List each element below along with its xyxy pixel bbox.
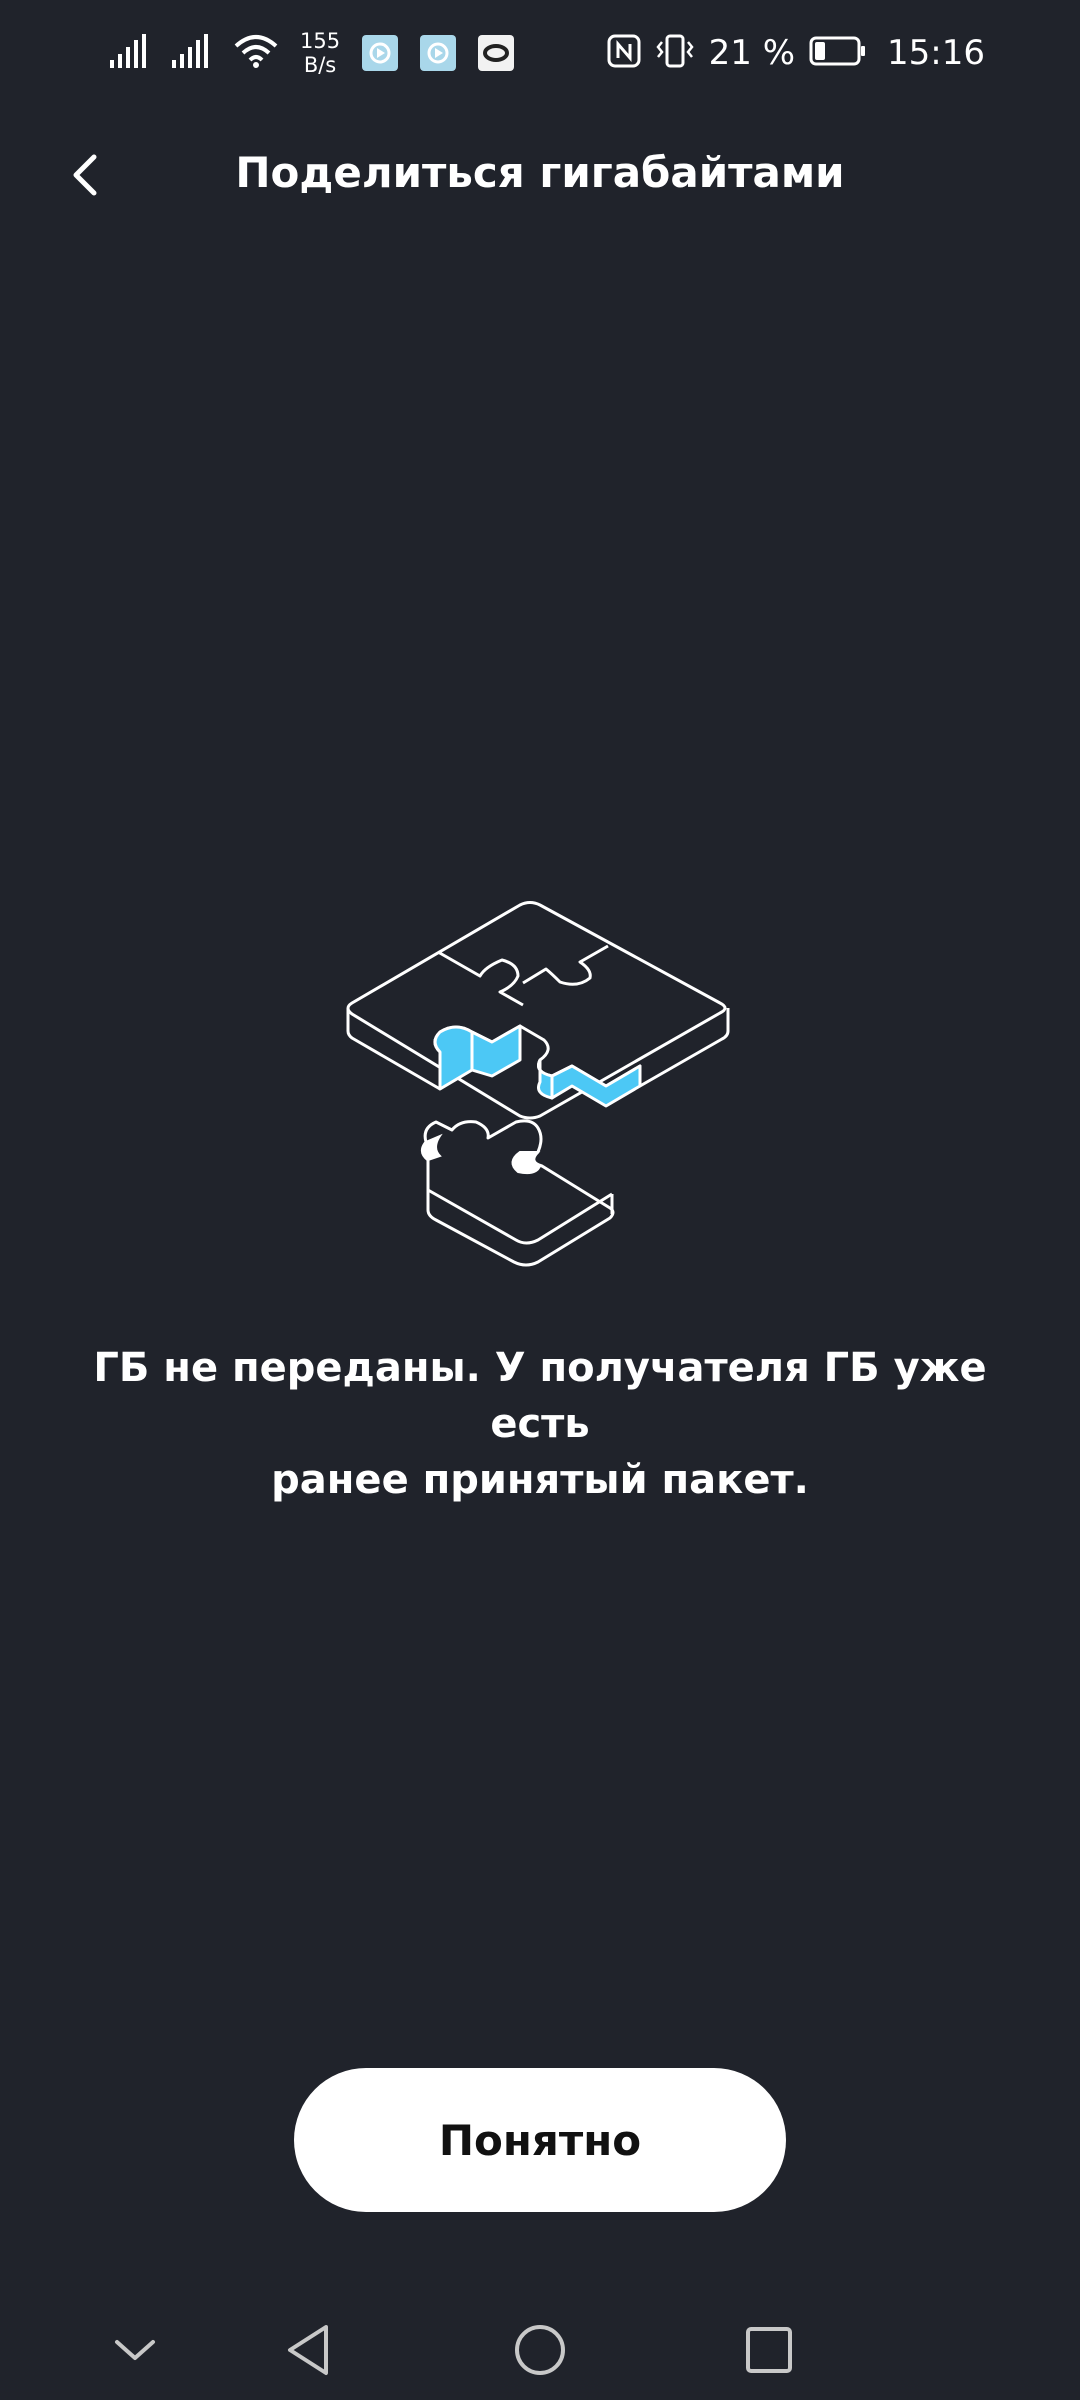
page-title: Поделиться гигабайтами: [235, 148, 845, 197]
back-triangle-icon[interactable]: [278, 2320, 338, 2380]
app-icon: [420, 35, 457, 71]
screen: 155 B/s 21 % 15:16 Поделиться гигабайтам…: [0, 0, 1080, 2400]
app-icon: [478, 35, 515, 71]
wifi-icon: [234, 34, 278, 72]
signal-icon: [172, 34, 212, 72]
nfc-icon: [607, 34, 641, 72]
status-left: 155 B/s: [110, 28, 515, 78]
chevron-down-icon[interactable]: [105, 2320, 165, 2380]
vibrate-icon: [655, 34, 695, 72]
recents-square-icon[interactable]: [739, 2320, 799, 2380]
net-speed-unit: B/s: [303, 53, 337, 77]
battery-icon: [809, 36, 867, 70]
message-line-2: ранее принятый пакет.: [271, 1457, 809, 1503]
status-right: 21 % 15:16: [607, 28, 985, 78]
ok-button[interactable]: Понятно: [294, 2068, 786, 2212]
net-speed: 155 B/s: [300, 29, 340, 77]
puzzle-illustration: [340, 890, 740, 1270]
clock: 15:16: [887, 33, 985, 73]
status-bar: 155 B/s 21 % 15:16: [0, 0, 1080, 105]
home-circle-icon[interactable]: [510, 2320, 570, 2380]
signal-icon: [110, 34, 150, 72]
app-icon: [362, 35, 399, 71]
result-message: ГБ не переданы. У получателя ГБ уже есть…: [80, 1340, 1000, 1508]
message-line-1: ГБ не переданы. У получателя ГБ уже есть: [93, 1345, 987, 1447]
navigation-bar: [0, 2300, 1080, 2400]
net-speed-value: 155: [300, 29, 341, 53]
battery-percent: 21 %: [708, 33, 796, 73]
header: Поделиться гигабайтами: [0, 130, 1080, 225]
